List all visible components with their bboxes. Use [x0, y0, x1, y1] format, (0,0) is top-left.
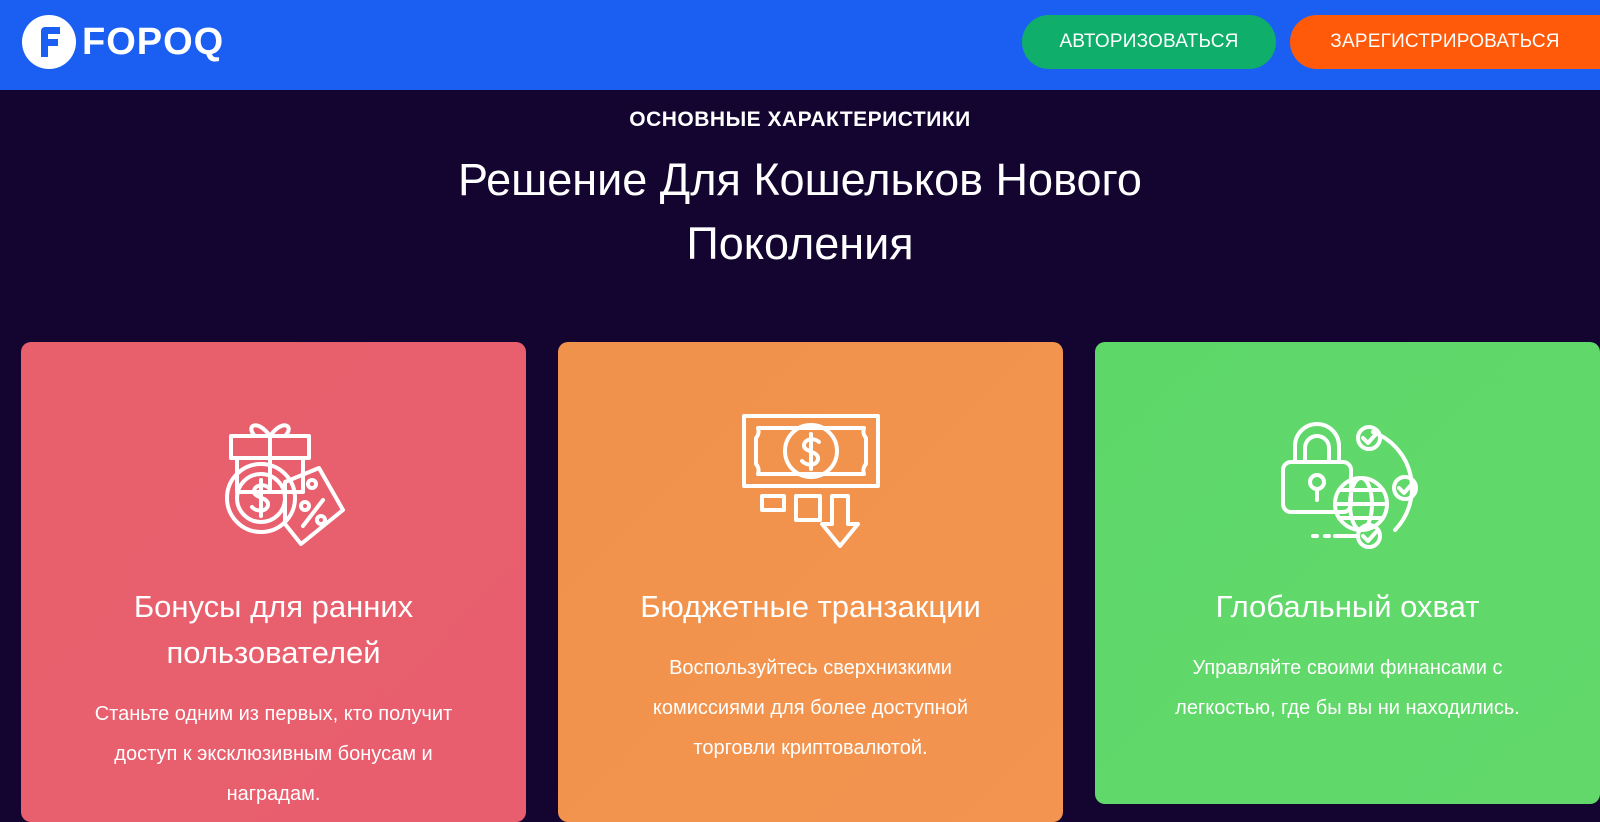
feature-card-global-reach: Глобальный охват Управляйте своими финан… — [1095, 342, 1600, 804]
card-title: Глобальный охват — [1215, 589, 1480, 624]
top-navbar: FOPOQ АВТОРИЗОВАТЬСЯ ЗАРЕГИСТРИРОВАТЬСЯ — [0, 0, 1600, 90]
banknote-download-icon — [741, 414, 880, 548]
card-description: Воспользуйтесь сверхнизкими комиссиями д… — [652, 657, 969, 759]
lock-globe-check-icon — [1280, 422, 1418, 549]
register-button[interactable]: ЗАРЕГИСТРИРОВАТЬСЯ — [1290, 15, 1600, 69]
card-title: Бонусы для ранних пользователей — [133, 589, 414, 670]
feature-card-early-bonuses: Бонусы для ранних пользователей Станьте … — [21, 342, 526, 822]
section-headline: Решение Для Кошельков Нового Поколения — [458, 154, 1142, 269]
login-button[interactable]: АВТОРИЗОВАТЬСЯ — [1022, 15, 1276, 69]
logo-f-icon — [22, 15, 76, 69]
card-description: Станьте одним из первых, кто получит дос… — [94, 703, 453, 805]
brand-logo[interactable]: FOPOQ — [20, 13, 224, 71]
card-title: Бюджетные транзакции — [640, 589, 981, 624]
card-description: Управляйте своими финансами с легкостью,… — [1175, 657, 1520, 719]
logo-wordmark: FOPOQ — [82, 21, 225, 63]
feature-card-low-fees: Бюджетные транзакции Воспользуйтесь свер… — [558, 342, 1063, 822]
gift-coin-discount-icon — [224, 423, 345, 546]
section-eyebrow: ОСНОВНЫЕ ХАРАКТЕРИСТИКИ — [629, 108, 971, 131]
